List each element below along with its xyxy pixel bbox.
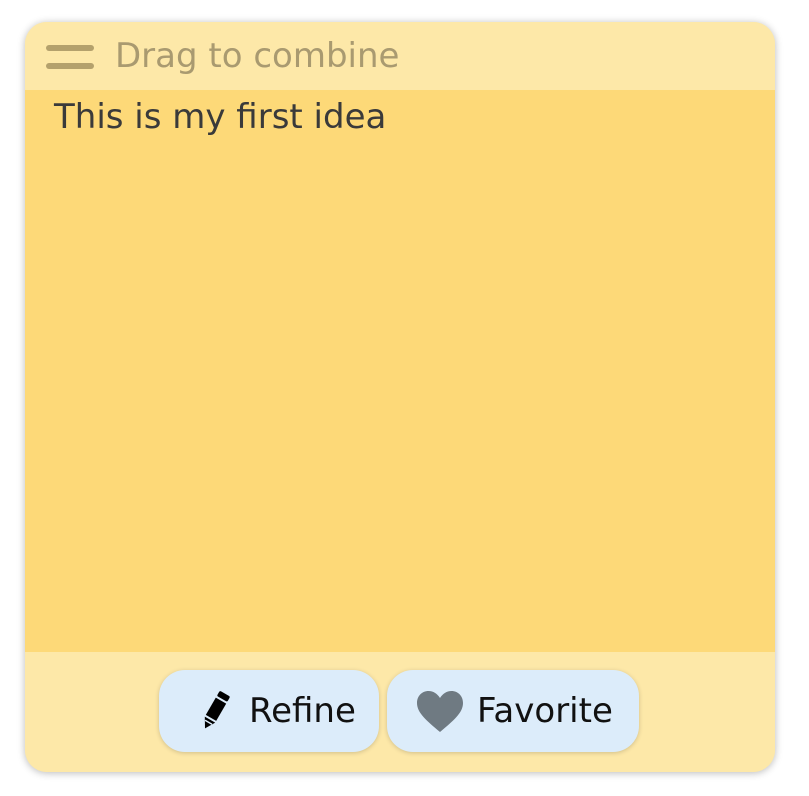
- drag-label: Drag to combine: [115, 36, 400, 76]
- card-footer: Refine Favorite: [25, 652, 775, 772]
- drag-handle-icon[interactable]: [46, 45, 94, 71]
- card-header[interactable]: Drag to combine: [25, 22, 775, 90]
- idea-text[interactable]: This is my first idea: [54, 94, 386, 140]
- idea-card: Drag to combine This is my first idea Re…: [25, 22, 775, 772]
- refine-button[interactable]: Refine: [159, 670, 379, 752]
- favorite-label: Favorite: [477, 691, 613, 731]
- drag-handle-bar: [46, 45, 94, 51]
- drag-handle-bar: [46, 63, 94, 69]
- idea-body[interactable]: This is my first idea: [25, 90, 775, 652]
- refine-label: Refine: [249, 691, 356, 731]
- heart-icon: [417, 691, 463, 732]
- pencil-icon: [204, 691, 230, 729]
- favorite-button[interactable]: Favorite: [387, 670, 639, 752]
